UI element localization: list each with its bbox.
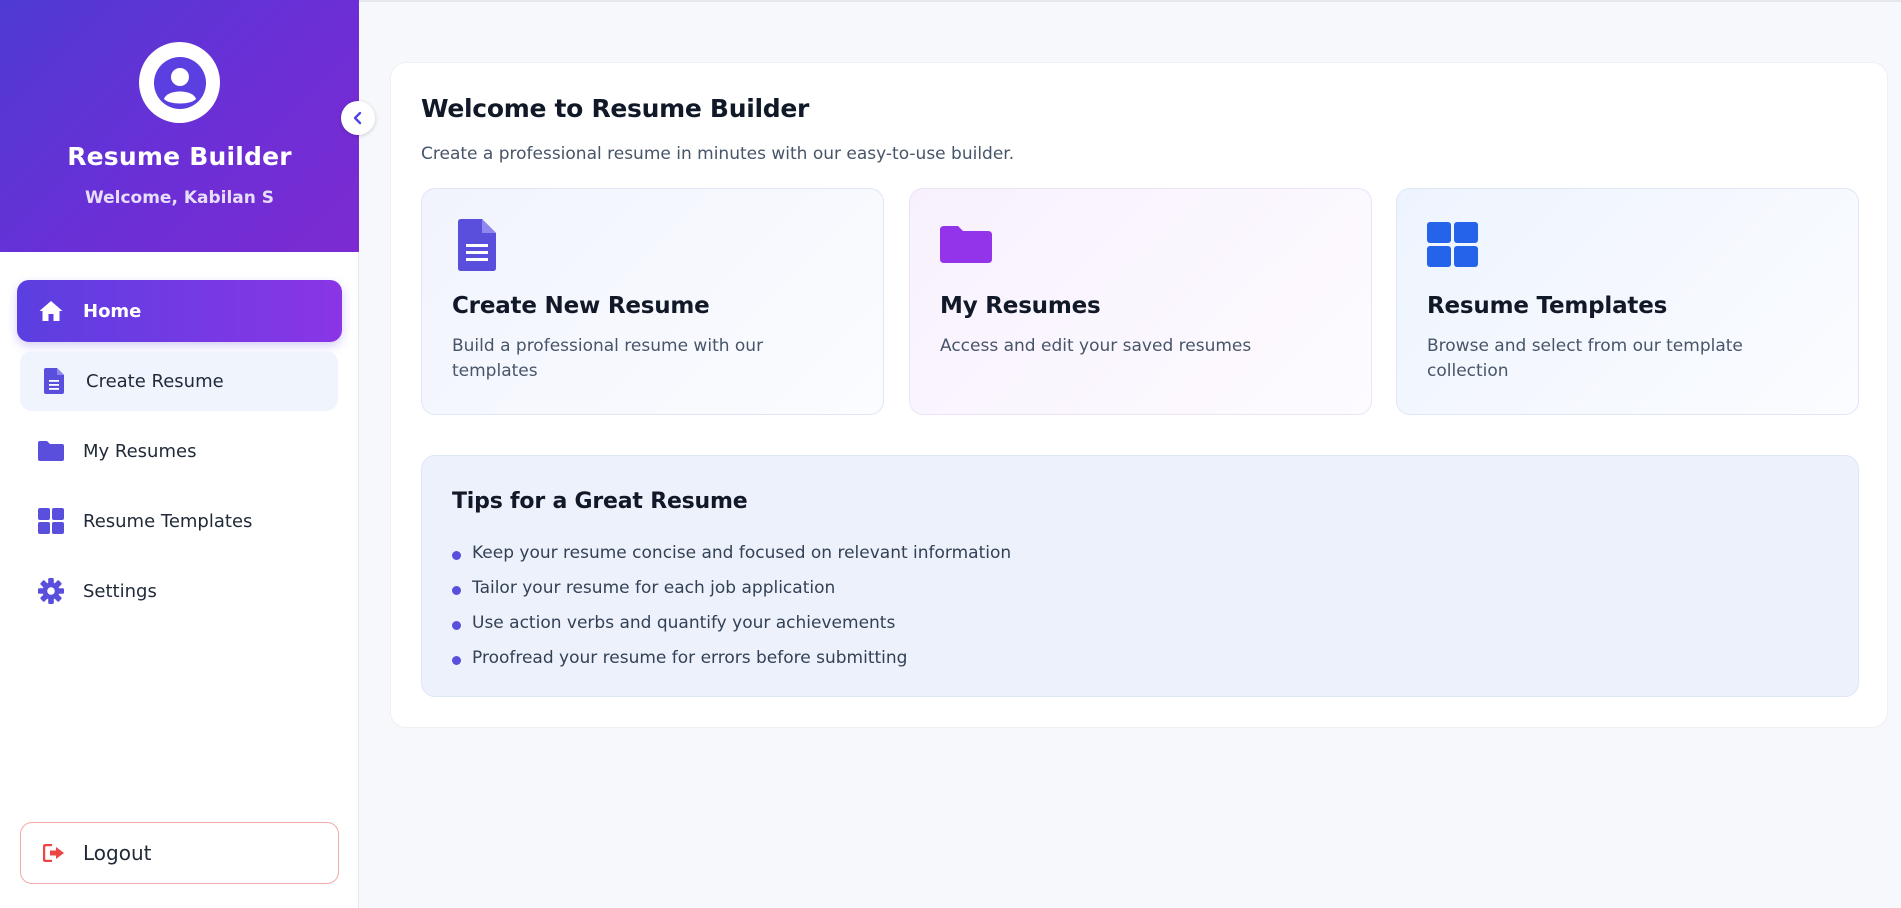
tip-text: Use action verbs and quantify your achie… <box>472 613 896 633</box>
tips-title: Tips for a Great Resume <box>452 489 748 514</box>
chevron-left-icon <box>353 111 362 125</box>
grid-icon <box>1427 219 1479 271</box>
sidebar-item-home[interactable]: Home <box>17 280 342 342</box>
gear-icon <box>37 577 65 605</box>
sidebar-item-label: Home <box>83 300 142 322</box>
bullet-icon <box>452 621 461 630</box>
list-item: Use action verbs and quantify your achie… <box>452 606 1011 641</box>
collapse-sidebar-button[interactable] <box>341 101 375 135</box>
sidebar-item-settings[interactable]: Settings <box>17 561 339 621</box>
card-title: Create New Resume <box>452 293 710 319</box>
sidebar-item-label: Create Resume <box>86 370 224 392</box>
card-description: Access and edit your saved resumes <box>940 336 1252 356</box>
card-title: Resume Templates <box>1427 293 1668 319</box>
sidebar-item-label: My Resumes <box>83 440 197 462</box>
sign-out-icon <box>41 840 67 866</box>
create-new-resume-card[interactable]: Create New Resume Build a professional r… <box>421 188 884 415</box>
bullet-icon <box>452 656 461 665</box>
app-title: Resume Builder <box>67 142 292 171</box>
tip-text: Keep your resume concise and focused on … <box>472 543 1012 563</box>
logout-button[interactable]: Logout <box>20 822 339 884</box>
list-item: Proofread your resume for errors before … <box>452 641 1011 676</box>
page-title: Welcome to Resume Builder <box>421 94 810 123</box>
sidebar-item-create-resume[interactable]: Create Resume <box>20 351 338 411</box>
tip-text: Proofread your resume for errors before … <box>472 648 908 668</box>
card-description: Build a professional resume with our tem… <box>452 336 764 381</box>
sidebar: Resume Builder Welcome, Kabilan S Home C… <box>0 0 375 908</box>
sidebar-item-my-resumes[interactable]: My Resumes <box>17 421 339 481</box>
folder-icon <box>37 437 65 465</box>
home-icon <box>37 297 65 325</box>
card-title: My Resumes <box>940 293 1101 319</box>
grid-icon <box>37 507 65 535</box>
sidebar-item-resume-templates[interactable]: Resume Templates <box>17 491 339 551</box>
list-item: Tailor your resume for each job applicat… <box>452 571 1011 606</box>
bullet-icon <box>452 586 461 595</box>
avatar <box>139 42 220 123</box>
logout-label: Logout <box>83 841 152 865</box>
user-circle-icon <box>153 56 206 109</box>
bullet-icon <box>452 551 461 560</box>
sidebar-item-label: Resume Templates <box>83 510 253 532</box>
sidebar-item-label: Settings <box>83 580 157 602</box>
tips-list: Keep your resume concise and focused on … <box>452 536 1011 676</box>
tips-panel: Tips for a Great Resume Keep your resume… <box>421 455 1859 697</box>
welcome-message: Welcome, Kabilan S <box>84 188 275 208</box>
tip-text: Tailor your resume for each job applicat… <box>472 578 836 598</box>
sidebar-header: Resume Builder Welcome, Kabilan S <box>0 0 359 252</box>
page-subtitle: Create a professional resume in minutes … <box>421 144 1015 164</box>
document-icon <box>452 219 504 271</box>
list-item: Keep your resume concise and focused on … <box>452 536 1011 571</box>
document-icon <box>40 367 68 395</box>
card-description: Browse and select from our template coll… <box>1427 336 1743 381</box>
resume-templates-card[interactable]: Resume Templates Browse and select from … <box>1396 188 1859 415</box>
folder-icon <box>940 219 992 271</box>
my-resumes-card[interactable]: My Resumes Access and edit your saved re… <box>909 188 1372 415</box>
